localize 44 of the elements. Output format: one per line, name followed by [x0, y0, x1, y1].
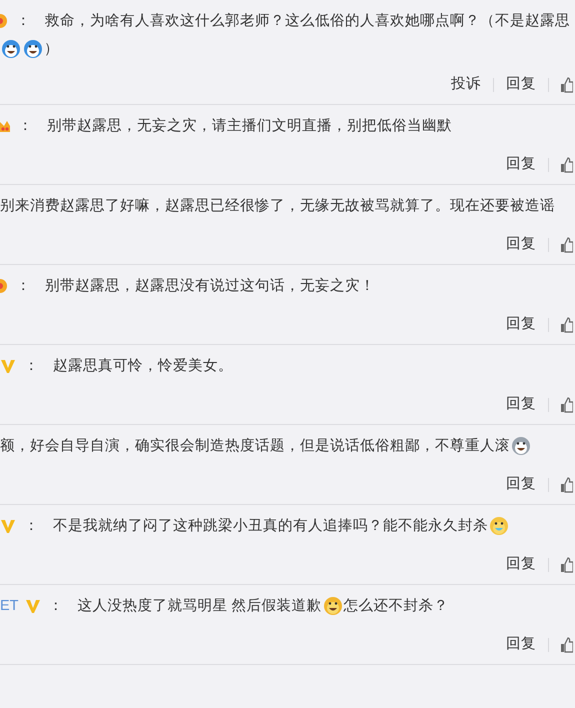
- verified-icon: [0, 358, 16, 374]
- crown-icon: [0, 118, 10, 133]
- verified-icon: [0, 518, 16, 534]
- colon: ：: [24, 516, 39, 536]
- emoji-icon: [511, 436, 531, 456]
- thumbs-up-icon[interactable]: [561, 156, 573, 173]
- reply-button[interactable]: 回复: [506, 314, 536, 336]
- comment-text: 别带赵露思，无妄之灾，请主播们文明直播，别把低俗当幽默: [47, 116, 452, 136]
- comment-text: 额，好会自导自演，确实很会制造热度话题，但是说话低俗粗鄙，不尊重人滚: [0, 436, 510, 456]
- emoji-icon: [1, 39, 21, 59]
- colon: ：: [16, 276, 31, 296]
- thumbs-up-icon[interactable]: [561, 396, 573, 413]
- thumbs-up-icon[interactable]: [561, 476, 573, 493]
- thumbs-up-icon[interactable]: [561, 76, 573, 93]
- comment-text: 这人没热度了就骂明星 然后假装道歉: [78, 596, 322, 616]
- reply-button[interactable]: 回复: [506, 234, 536, 256]
- reply-button[interactable]: 回复: [506, 634, 536, 656]
- colon: ：: [16, 12, 31, 31]
- colon: ：: [18, 116, 33, 136]
- emoji-icon: [0, 278, 8, 293]
- reply-button[interactable]: 回复: [506, 394, 536, 416]
- comment-text: 别带赵露思，赵露思没有说过这句话，无妄之灾！: [45, 276, 375, 296]
- thumbs-up-icon[interactable]: [561, 316, 573, 333]
- emoji-icon: [489, 516, 509, 536]
- reply-button[interactable]: 回复: [506, 154, 536, 176]
- thumbs-up-icon[interactable]: [561, 236, 573, 253]
- reply-button[interactable]: 回复: [506, 74, 536, 96]
- comment-text: 救命，为啥有人喜欢这什么郭老师？这么低俗的人喜欢她哪点啊？（不是赵露思: [45, 12, 570, 31]
- thumbs-up-icon[interactable]: [561, 636, 573, 653]
- report-button[interactable]: 投诉: [451, 74, 481, 96]
- colon: ：: [24, 356, 39, 376]
- comment-text: ）: [44, 40, 59, 59]
- verified-icon: [24, 598, 41, 614]
- emoji-icon: [23, 39, 43, 59]
- thumbs-up-icon[interactable]: [561, 556, 573, 573]
- reply-button[interactable]: 回复: [506, 474, 536, 496]
- comment-text: 赵露思真可怜，怜爱美女。: [53, 356, 233, 376]
- emoji-icon: [0, 14, 8, 28]
- colon: ：: [48, 596, 64, 616]
- comment-text: 怎么还不封杀？: [344, 596, 449, 616]
- reply-button[interactable]: 回复: [506, 554, 536, 576]
- comment-text: 别来消费赵露思了好嘛，赵露思已经很惨了，无缘无故被骂就算了。现在还要被造谣: [0, 196, 555, 216]
- emoji-icon: [322, 596, 343, 616]
- comment-text: 不是我就纳了闷了这种跳梁小丑真的有人追捧吗？能不能永久封杀: [53, 516, 488, 536]
